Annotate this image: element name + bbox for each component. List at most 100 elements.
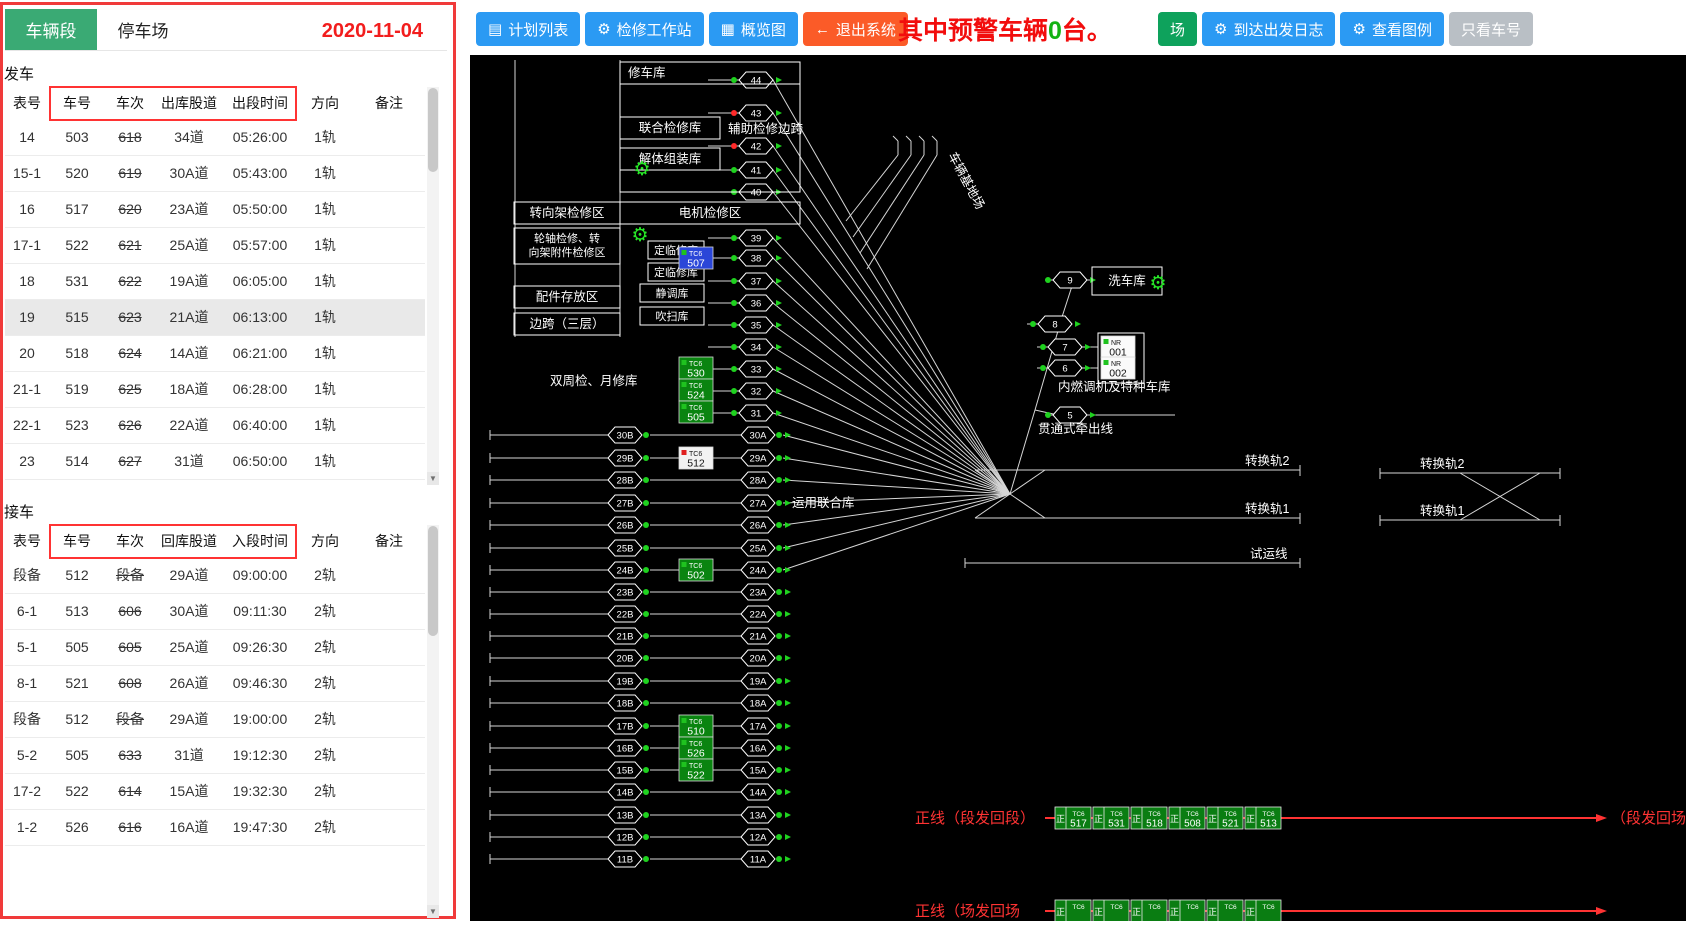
track-line	[773, 347, 1010, 494]
only-car-number-button[interactable]: 只看车号	[1449, 12, 1533, 46]
direction-arrow-icon	[785, 500, 791, 506]
status-dot-icon	[776, 834, 782, 840]
status-dot-icon	[643, 567, 649, 573]
table-row[interactable]: 21-151962518A道06:28:001轨	[5, 371, 425, 407]
table-row[interactable]: 段备512段备29A道19:00:002轨	[5, 701, 425, 737]
depart-scrollbar[interactable]: ▼	[427, 87, 439, 485]
status-dot-icon	[731, 235, 737, 241]
status-dot-icon	[776, 745, 782, 751]
track-number: 22B	[617, 610, 634, 621]
table-row[interactable]: 1853162219A道06:05:001轨	[5, 263, 425, 299]
scrollbar-thumb[interactable]	[428, 88, 438, 172]
table-row[interactable]: 15-152061930A道05:43:001轨	[5, 155, 425, 191]
table-row[interactable]: 8-152160826A道09:46:302轨	[5, 665, 425, 701]
tab-parking-lot[interactable]: 停车场	[97, 9, 189, 50]
status-dot-icon	[643, 789, 649, 795]
cell	[353, 371, 425, 407]
table-row[interactable]: 1450361834道05:26:001轨	[5, 119, 425, 155]
exit-system-button[interactable]: ←退出系统	[803, 12, 908, 46]
status-dot-icon	[731, 278, 737, 284]
scroll-down-icon[interactable]: ▼	[427, 905, 439, 918]
status-dot-icon	[776, 789, 782, 795]
track-number: 26A	[750, 521, 768, 532]
table-row[interactable]: 22-152362622A道06:40:001轨	[5, 407, 425, 443]
table-row[interactable]: 1651762023A道05:50:001轨	[5, 191, 425, 227]
cell: 1轨	[297, 443, 353, 479]
workstation-button[interactable]: ⚙检修工作站	[585, 12, 703, 46]
warning-count: 0	[1048, 17, 1062, 45]
cell: 5-2	[5, 737, 49, 773]
table-row[interactable]: 5-250563331道19:12:302轨	[5, 737, 425, 773]
gear-icon: ⚙	[597, 20, 610, 38]
arrive-depart-log-button[interactable]: ⚙到达出发日志	[1202, 12, 1335, 46]
train-status-icon	[682, 404, 687, 409]
status-dot-icon	[643, 455, 649, 461]
train-status-icon	[682, 450, 687, 455]
train-status-icon	[1104, 360, 1109, 365]
status-dot-icon	[731, 300, 737, 306]
overview-icon: ▦	[721, 20, 735, 38]
cell: 05:43:00	[223, 155, 297, 191]
train-number: 530	[687, 368, 705, 380]
direction-arrow-icon	[785, 455, 791, 461]
cell: 520	[49, 155, 105, 191]
table-row[interactable]: 2051862414A道06:21:001轨	[5, 335, 425, 371]
column-header: 备注	[353, 525, 425, 557]
table-row[interactable]: 段备512段备29A道09:00:002轨	[5, 557, 425, 593]
cell: 06:21:00	[223, 335, 297, 371]
table-row[interactable]: 1951562321A道06:13:001轨	[5, 299, 425, 335]
cell: 段备	[5, 557, 49, 593]
track-number: 20B	[617, 654, 634, 665]
track-number: 17B	[617, 722, 634, 733]
arrive-scrollbar[interactable]: ▼	[427, 525, 439, 918]
direction-arrow-icon	[776, 143, 782, 149]
table-row[interactable]: 17-152262125A道05:57:001轨	[5, 227, 425, 263]
train-number: 522	[687, 770, 705, 782]
track-number: 27A	[750, 499, 768, 510]
tab-depot[interactable]: 车辆段	[5, 9, 97, 50]
status-dot-icon	[731, 322, 737, 328]
cell: 522	[49, 227, 105, 263]
yard-button[interactable]: 场	[1158, 12, 1197, 46]
cell	[353, 809, 425, 845]
cell: 22A道	[155, 407, 223, 443]
back-icon: ←	[815, 21, 830, 38]
cell	[353, 665, 425, 701]
cell: 616	[105, 809, 155, 845]
direction-arrow-icon	[785, 700, 791, 706]
status-dot-icon	[643, 522, 649, 528]
gear-icon: ⚙	[1352, 20, 1365, 38]
cell	[353, 701, 425, 737]
cell: 2轨	[297, 593, 353, 629]
table-row[interactable]: 1-252661616A道19:47:302轨	[5, 809, 425, 845]
status-dot-icon	[731, 344, 737, 350]
plan-list-button[interactable]: ▤计划列表	[476, 12, 580, 46]
direction-arrow-icon	[785, 678, 791, 684]
train-number: 510	[687, 726, 705, 738]
direction-arrow-icon	[776, 235, 782, 241]
direction-arrow-icon	[785, 767, 791, 773]
train-series-label: TC6	[1262, 904, 1275, 911]
table-row[interactable]: 6-151360630A道09:11:302轨	[5, 593, 425, 629]
track-line	[1010, 410, 1035, 494]
cell: 505	[49, 737, 105, 773]
toolbar-right: 场⚙到达出发日志⚙查看图例只看车号	[1158, 12, 1533, 46]
table-row[interactable]: 2351462731道06:50:001轨	[5, 443, 425, 479]
overview-button[interactable]: ▦概览图	[709, 12, 798, 46]
status-dot-icon	[776, 723, 782, 729]
arrive-section-label: 接车	[4, 501, 34, 522]
table-row[interactable]: 5-150560525A道09:26:302轨	[5, 629, 425, 665]
cell: 34道	[155, 119, 223, 155]
building-label: 向架附件检修区	[529, 245, 606, 259]
status-dot-icon	[776, 700, 782, 706]
cell: 526	[49, 809, 105, 845]
scroll-down-icon[interactable]: ▼	[427, 472, 439, 485]
status-dot-icon	[643, 477, 649, 483]
status-dot-icon	[776, 655, 782, 661]
building-label: 边跨（三层）	[529, 317, 604, 331]
view-legend-button[interactable]: ⚙查看图例	[1340, 12, 1443, 46]
status-dot-icon	[776, 432, 782, 438]
scrollbar-thumb[interactable]	[428, 526, 438, 636]
table-row[interactable]: 17-252261415A道19:32:302轨	[5, 773, 425, 809]
cell: 517	[49, 191, 105, 227]
